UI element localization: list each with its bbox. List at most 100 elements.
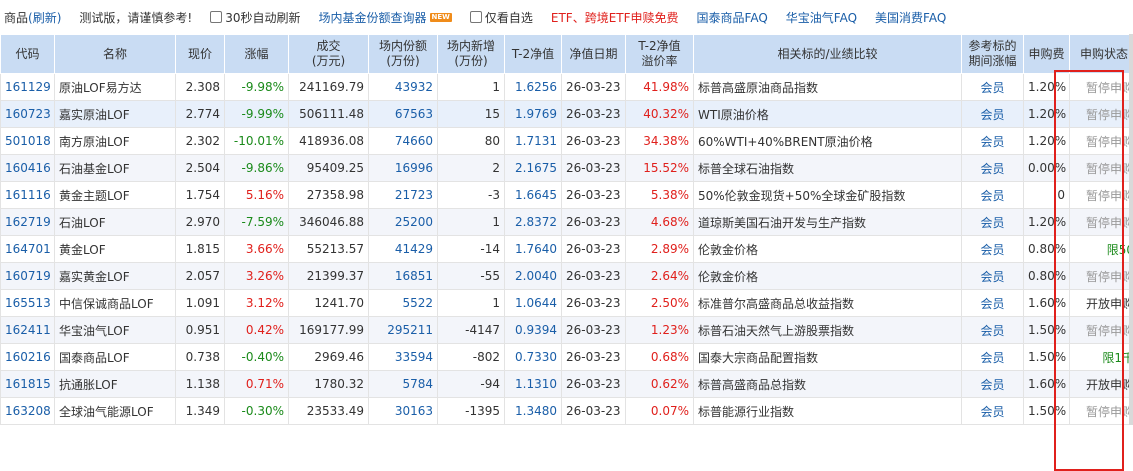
nav-link[interactable]: 0.7330: [505, 344, 562, 371]
col-header-price[interactable]: 现价: [176, 35, 225, 74]
fund-code-link[interactable]: 162411: [1, 317, 55, 344]
col-header-status[interactable]: 申购状态: [1070, 35, 1133, 74]
member-link[interactable]: 会员: [962, 317, 1024, 344]
shares-link[interactable]: 25200: [369, 209, 438, 236]
member-link[interactable]: 会员: [962, 155, 1024, 182]
change-pct: 3.12%: [225, 290, 289, 317]
fund-code-link[interactable]: 160216: [1, 344, 55, 371]
col-header-new-shares[interactable]: 场内新增 (万份): [438, 35, 505, 74]
member-link[interactable]: 会员: [962, 74, 1024, 101]
shares-link[interactable]: 5784: [369, 371, 438, 398]
col-header-nav-date[interactable]: 净值日期: [562, 35, 626, 74]
table-row[interactable]: 160719嘉实黄金LOF2.0573.26%21399.3716851-552…: [1, 263, 1133, 290]
fund-code-link[interactable]: 164701: [1, 236, 55, 263]
nav-link[interactable]: 0.9394: [505, 317, 562, 344]
col-header-nav[interactable]: T-2净值: [505, 35, 562, 74]
table-row[interactable]: 164701黄金LOF1.8153.66%55213.5741429-141.7…: [1, 236, 1133, 263]
member-link[interactable]: 会员: [962, 398, 1024, 425]
fund-code-link[interactable]: 161815: [1, 371, 55, 398]
price: 0.951: [176, 317, 225, 344]
table-row[interactable]: 163208全球油气能源LOF1.349-0.30%23533.4930163-…: [1, 398, 1133, 425]
member-link[interactable]: 会员: [962, 263, 1024, 290]
nav-link[interactable]: 1.6645: [505, 182, 562, 209]
auto-refresh-checkbox[interactable]: [210, 11, 222, 23]
col-header-shares[interactable]: 场内份额 (万份): [369, 35, 438, 74]
nav-link[interactable]: 1.7131: [505, 128, 562, 155]
nav-link[interactable]: 1.3480: [505, 398, 562, 425]
nav-link[interactable]: 1.0644: [505, 290, 562, 317]
fund-code-link[interactable]: 165513: [1, 290, 55, 317]
nav-link[interactable]: 1.6256: [505, 74, 562, 101]
benchmark: 标普高盛商品总指数: [694, 371, 962, 398]
col-header-code[interactable]: 代码: [1, 35, 55, 74]
purchase-fee: 1.50%: [1024, 317, 1070, 344]
col-header-benchmark[interactable]: 相关标的/业绩比较: [694, 35, 962, 74]
member-link[interactable]: 会员: [962, 344, 1024, 371]
member-link[interactable]: 会员: [962, 128, 1024, 155]
member-link[interactable]: 会员: [962, 101, 1024, 128]
col-header-premium[interactable]: T-2净值 溢价率: [626, 35, 694, 74]
guotai-faq-link[interactable]: 国泰商品FAQ: [697, 9, 768, 26]
shares-link[interactable]: 295211: [369, 317, 438, 344]
fund-code-link[interactable]: 160416: [1, 155, 55, 182]
shares-link[interactable]: 5522: [369, 290, 438, 317]
col-header-change[interactable]: 涨幅: [225, 35, 289, 74]
only-watch-toggle[interactable]: 仅看自选: [470, 9, 533, 26]
nav-link[interactable]: 1.1310: [505, 371, 562, 398]
shares-link[interactable]: 43932: [369, 74, 438, 101]
shares-link[interactable]: 21723: [369, 182, 438, 209]
price: 1.349: [176, 398, 225, 425]
table-row[interactable]: 501018南方原油LOF2.302-10.01%418936.08746608…: [1, 128, 1133, 155]
premium-rate: 5.38%: [626, 182, 694, 209]
shares-link[interactable]: 30163: [369, 398, 438, 425]
table-row[interactable]: 160416石油基金LOF2.504-9.86%95409.251699622.…: [1, 155, 1133, 182]
col-header-volume[interactable]: 成交 (万元): [289, 35, 369, 74]
table-row[interactable]: 165513中信保诚商品LOF1.0913.12%1241.70552211.0…: [1, 290, 1133, 317]
fund-name: 原油LOF易方达: [55, 74, 176, 101]
nav-link[interactable]: 2.0040: [505, 263, 562, 290]
etf-free-link[interactable]: ETF、跨境ETF申赎免费: [551, 9, 679, 26]
refresh-link[interactable]: (刷新): [28, 9, 61, 26]
nav-link[interactable]: 2.1675: [505, 155, 562, 182]
fund-query-link[interactable]: 场内基金份额查询器 NEW: [318, 9, 451, 26]
fund-code-link[interactable]: 160719: [1, 263, 55, 290]
auto-refresh-toggle[interactable]: 30秒自动刷新: [210, 9, 300, 26]
shares-link[interactable]: 33594: [369, 344, 438, 371]
premium-rate: 15.52%: [626, 155, 694, 182]
table-row[interactable]: 162719石油LOF2.970-7.59%346046.882520012.8…: [1, 209, 1133, 236]
fund-code-link[interactable]: 161116: [1, 182, 55, 209]
table-row[interactable]: 160216国泰商品LOF0.738-0.40%2969.4633594-802…: [1, 344, 1133, 371]
col-header-ref-change[interactable]: 参考标的 期间涨幅: [962, 35, 1024, 74]
fund-code-link[interactable]: 501018: [1, 128, 55, 155]
fund-code-link[interactable]: 163208: [1, 398, 55, 425]
table-row[interactable]: 161815抗通胀LOF1.1380.71%1780.325784-941.13…: [1, 371, 1133, 398]
table-row[interactable]: 161116黄金主题LOF1.7545.16%27358.9821723-31.…: [1, 182, 1133, 209]
member-link[interactable]: 会员: [962, 290, 1024, 317]
member-link[interactable]: 会员: [962, 209, 1024, 236]
fund-code-link[interactable]: 162719: [1, 209, 55, 236]
shares-link[interactable]: 41429: [369, 236, 438, 263]
huabao-faq-link[interactable]: 华宝油气FAQ: [786, 9, 857, 26]
nav-link[interactable]: 1.9769: [505, 101, 562, 128]
fund-code-link[interactable]: 160723: [1, 101, 55, 128]
vertical-scrollbar[interactable]: [1129, 34, 1133, 425]
table-row[interactable]: 161129原油LOF易方达2.308-9.98%241169.79439321…: [1, 74, 1133, 101]
col-header-name[interactable]: 名称: [55, 35, 176, 74]
member-link[interactable]: 会员: [962, 182, 1024, 209]
shares-link[interactable]: 74660: [369, 128, 438, 155]
only-watch-checkbox[interactable]: [470, 11, 482, 23]
member-link[interactable]: 会员: [962, 371, 1024, 398]
fund-query-label[interactable]: 场内基金份额查询器: [318, 9, 426, 26]
shares-link[interactable]: 16851: [369, 263, 438, 290]
shares-link[interactable]: 67563: [369, 101, 438, 128]
nav-link[interactable]: 2.8372: [505, 209, 562, 236]
table-row[interactable]: 160723嘉实原油LOF2.774-9.99%506111.486756315…: [1, 101, 1133, 128]
shares-link[interactable]: 16996: [369, 155, 438, 182]
member-link[interactable]: 会员: [962, 236, 1024, 263]
us-consumer-faq-link[interactable]: 美国消费FAQ: [875, 9, 946, 26]
col-header-fee[interactable]: 申购费: [1024, 35, 1070, 74]
fund-code-link[interactable]: 161129: [1, 74, 55, 101]
table-row[interactable]: 162411华宝油气LOF0.9510.42%169177.99295211-4…: [1, 317, 1133, 344]
change-pct: -10.01%: [225, 128, 289, 155]
nav-link[interactable]: 1.7640: [505, 236, 562, 263]
